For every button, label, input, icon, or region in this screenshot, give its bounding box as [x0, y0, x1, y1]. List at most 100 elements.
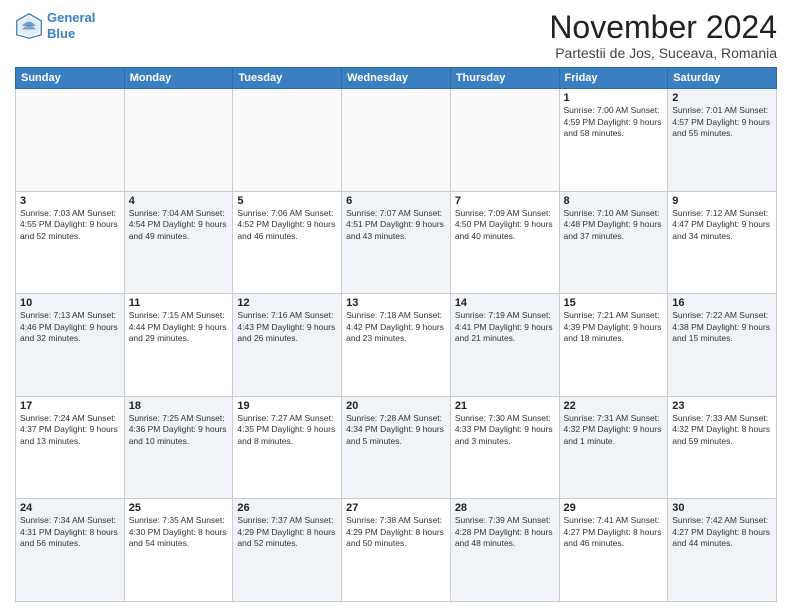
day-info: Sunrise: 7:30 AM Sunset: 4:33 PM Dayligh…: [455, 413, 555, 447]
day-number: 10: [20, 297, 120, 309]
calendar: SundayMondayTuesdayWednesdayThursdayFrid…: [15, 67, 777, 602]
day-number: 6: [346, 195, 446, 207]
day-info: Sunrise: 7:34 AM Sunset: 4:31 PM Dayligh…: [20, 515, 120, 549]
day-info: Sunrise: 7:16 AM Sunset: 4:43 PM Dayligh…: [237, 310, 337, 344]
day-info: Sunrise: 7:39 AM Sunset: 4:28 PM Dayligh…: [455, 515, 555, 549]
title-block: November 2024 Partestii de Jos, Suceava,…: [549, 10, 777, 61]
col-header-friday: Friday: [559, 68, 668, 89]
calendar-header-row: SundayMondayTuesdayWednesdayThursdayFrid…: [16, 68, 777, 89]
day-info: Sunrise: 7:41 AM Sunset: 4:27 PM Dayligh…: [564, 515, 664, 549]
logo-text: General Blue: [47, 10, 95, 41]
day-info: Sunrise: 7:19 AM Sunset: 4:41 PM Dayligh…: [455, 310, 555, 344]
day-cell: [233, 89, 342, 192]
day-number: 1: [564, 92, 664, 104]
day-info: Sunrise: 7:35 AM Sunset: 4:30 PM Dayligh…: [129, 515, 229, 549]
day-info: Sunrise: 7:10 AM Sunset: 4:48 PM Dayligh…: [564, 208, 664, 242]
day-number: 11: [129, 297, 229, 309]
day-cell: [124, 89, 233, 192]
day-cell: 12Sunrise: 7:16 AM Sunset: 4:43 PM Dayli…: [233, 294, 342, 397]
day-cell: [342, 89, 451, 192]
day-cell: 14Sunrise: 7:19 AM Sunset: 4:41 PM Dayli…: [450, 294, 559, 397]
day-number: 24: [20, 502, 120, 514]
day-cell: 3Sunrise: 7:03 AM Sunset: 4:55 PM Daylig…: [16, 191, 125, 294]
day-cell: 2Sunrise: 7:01 AM Sunset: 4:57 PM Daylig…: [668, 89, 777, 192]
subtitle: Partestii de Jos, Suceava, Romania: [549, 45, 777, 61]
day-cell: 30Sunrise: 7:42 AM Sunset: 4:27 PM Dayli…: [668, 499, 777, 602]
day-cell: 13Sunrise: 7:18 AM Sunset: 4:42 PM Dayli…: [342, 294, 451, 397]
day-info: Sunrise: 7:07 AM Sunset: 4:51 PM Dayligh…: [346, 208, 446, 242]
day-number: 28: [455, 502, 555, 514]
day-info: Sunrise: 7:37 AM Sunset: 4:29 PM Dayligh…: [237, 515, 337, 549]
day-cell: 15Sunrise: 7:21 AM Sunset: 4:39 PM Dayli…: [559, 294, 668, 397]
day-number: 3: [20, 195, 120, 207]
week-row-2: 10Sunrise: 7:13 AM Sunset: 4:46 PM Dayli…: [16, 294, 777, 397]
day-info: Sunrise: 7:27 AM Sunset: 4:35 PM Dayligh…: [237, 413, 337, 447]
day-number: 27: [346, 502, 446, 514]
week-row-0: 1Sunrise: 7:00 AM Sunset: 4:59 PM Daylig…: [16, 89, 777, 192]
week-row-3: 17Sunrise: 7:24 AM Sunset: 4:37 PM Dayli…: [16, 396, 777, 499]
day-info: Sunrise: 7:22 AM Sunset: 4:38 PM Dayligh…: [672, 310, 772, 344]
day-number: 25: [129, 502, 229, 514]
day-info: Sunrise: 7:38 AM Sunset: 4:29 PM Dayligh…: [346, 515, 446, 549]
day-cell: 28Sunrise: 7:39 AM Sunset: 4:28 PM Dayli…: [450, 499, 559, 602]
day-number: 7: [455, 195, 555, 207]
day-cell: 7Sunrise: 7:09 AM Sunset: 4:50 PM Daylig…: [450, 191, 559, 294]
day-number: 8: [564, 195, 664, 207]
day-info: Sunrise: 7:12 AM Sunset: 4:47 PM Dayligh…: [672, 208, 772, 242]
header: General Blue November 2024 Partestii de …: [15, 10, 777, 61]
day-cell: 10Sunrise: 7:13 AM Sunset: 4:46 PM Dayli…: [16, 294, 125, 397]
day-cell: 1Sunrise: 7:00 AM Sunset: 4:59 PM Daylig…: [559, 89, 668, 192]
logo-icon: [15, 12, 43, 40]
day-info: Sunrise: 7:13 AM Sunset: 4:46 PM Dayligh…: [20, 310, 120, 344]
day-cell: 24Sunrise: 7:34 AM Sunset: 4:31 PM Dayli…: [16, 499, 125, 602]
day-info: Sunrise: 7:03 AM Sunset: 4:55 PM Dayligh…: [20, 208, 120, 242]
day-info: Sunrise: 7:18 AM Sunset: 4:42 PM Dayligh…: [346, 310, 446, 344]
day-number: 12: [237, 297, 337, 309]
day-number: 19: [237, 400, 337, 412]
day-cell: 11Sunrise: 7:15 AM Sunset: 4:44 PM Dayli…: [124, 294, 233, 397]
day-cell: 5Sunrise: 7:06 AM Sunset: 4:52 PM Daylig…: [233, 191, 342, 294]
day-cell: 29Sunrise: 7:41 AM Sunset: 4:27 PM Dayli…: [559, 499, 668, 602]
day-number: 4: [129, 195, 229, 207]
day-cell: 27Sunrise: 7:38 AM Sunset: 4:29 PM Dayli…: [342, 499, 451, 602]
day-number: 5: [237, 195, 337, 207]
day-info: Sunrise: 7:00 AM Sunset: 4:59 PM Dayligh…: [564, 105, 664, 139]
day-number: 9: [672, 195, 772, 207]
day-info: Sunrise: 7:15 AM Sunset: 4:44 PM Dayligh…: [129, 310, 229, 344]
col-header-wednesday: Wednesday: [342, 68, 451, 89]
day-cell: [16, 89, 125, 192]
day-cell: 4Sunrise: 7:04 AM Sunset: 4:54 PM Daylig…: [124, 191, 233, 294]
day-cell: 9Sunrise: 7:12 AM Sunset: 4:47 PM Daylig…: [668, 191, 777, 294]
logo-line2: Blue: [47, 26, 75, 41]
day-cell: 20Sunrise: 7:28 AM Sunset: 4:34 PM Dayli…: [342, 396, 451, 499]
day-info: Sunrise: 7:28 AM Sunset: 4:34 PM Dayligh…: [346, 413, 446, 447]
day-number: 26: [237, 502, 337, 514]
col-header-monday: Monday: [124, 68, 233, 89]
col-header-saturday: Saturday: [668, 68, 777, 89]
day-info: Sunrise: 7:04 AM Sunset: 4:54 PM Dayligh…: [129, 208, 229, 242]
col-header-thursday: Thursday: [450, 68, 559, 89]
week-row-4: 24Sunrise: 7:34 AM Sunset: 4:31 PM Dayli…: [16, 499, 777, 602]
page: General Blue November 2024 Partestii de …: [0, 0, 792, 612]
week-row-1: 3Sunrise: 7:03 AM Sunset: 4:55 PM Daylig…: [16, 191, 777, 294]
day-cell: 23Sunrise: 7:33 AM Sunset: 4:32 PM Dayli…: [668, 396, 777, 499]
day-number: 21: [455, 400, 555, 412]
day-number: 22: [564, 400, 664, 412]
day-number: 2: [672, 92, 772, 104]
day-cell: 22Sunrise: 7:31 AM Sunset: 4:32 PM Dayli…: [559, 396, 668, 499]
day-cell: 16Sunrise: 7:22 AM Sunset: 4:38 PM Dayli…: [668, 294, 777, 397]
day-cell: 21Sunrise: 7:30 AM Sunset: 4:33 PM Dayli…: [450, 396, 559, 499]
day-cell: 17Sunrise: 7:24 AM Sunset: 4:37 PM Dayli…: [16, 396, 125, 499]
day-number: 15: [564, 297, 664, 309]
day-cell: 8Sunrise: 7:10 AM Sunset: 4:48 PM Daylig…: [559, 191, 668, 294]
day-cell: [450, 89, 559, 192]
day-number: 20: [346, 400, 446, 412]
day-cell: 25Sunrise: 7:35 AM Sunset: 4:30 PM Dayli…: [124, 499, 233, 602]
day-info: Sunrise: 7:42 AM Sunset: 4:27 PM Dayligh…: [672, 515, 772, 549]
day-info: Sunrise: 7:25 AM Sunset: 4:36 PM Dayligh…: [129, 413, 229, 447]
col-header-tuesday: Tuesday: [233, 68, 342, 89]
day-info: Sunrise: 7:24 AM Sunset: 4:37 PM Dayligh…: [20, 413, 120, 447]
day-number: 18: [129, 400, 229, 412]
col-header-sunday: Sunday: [16, 68, 125, 89]
day-number: 29: [564, 502, 664, 514]
